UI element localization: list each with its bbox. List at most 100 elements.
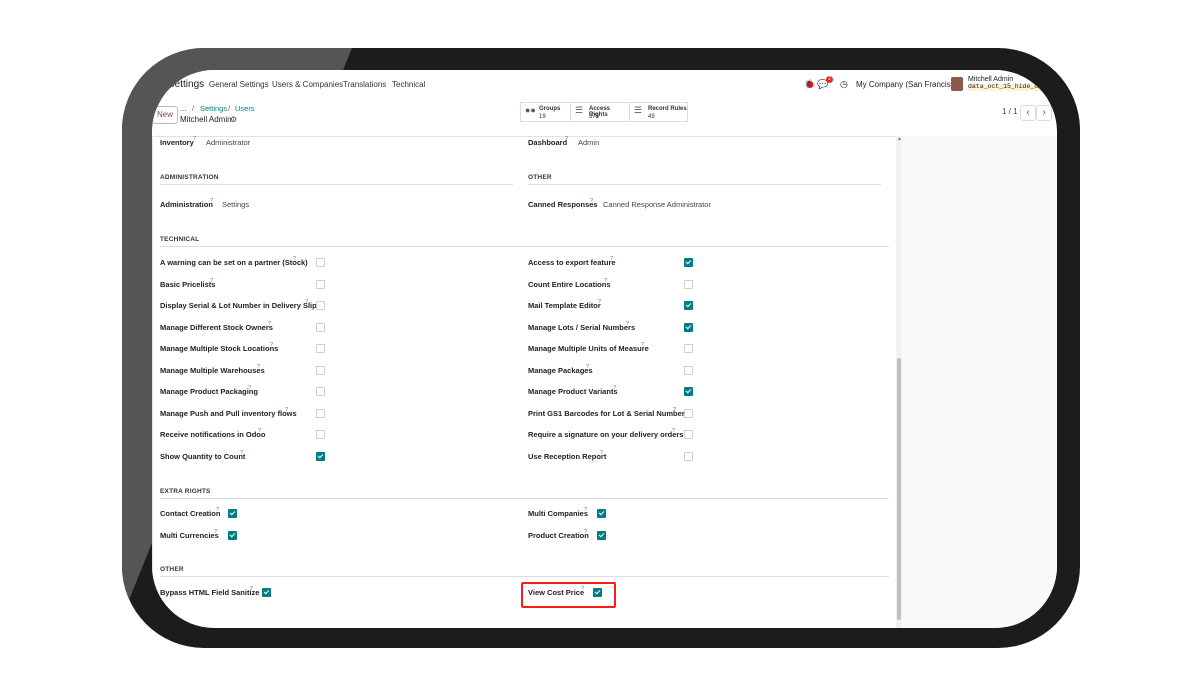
checkbox-count-entire-locations[interactable] xyxy=(684,279,693,289)
avatar[interactable] xyxy=(951,77,963,91)
checkbox-receive-notifications-in-odoo[interactable] xyxy=(316,430,325,439)
breadcrumb-users[interactable]: Users xyxy=(235,105,255,113)
checkbox-manage-multiple-warehouses[interactable] xyxy=(316,365,325,375)
help-icon[interactable]: ? xyxy=(193,136,196,142)
checkbox-access-to-export-feature[interactable] xyxy=(684,258,693,267)
field-label-manage-multiple-units-of-measure: Manage Multiple Units of Measure xyxy=(528,344,649,353)
pager-prev-button[interactable]: ‹ xyxy=(1020,105,1036,121)
help-icon[interactable]: ? xyxy=(565,136,568,142)
field-label-print-gs1-barcodes-for-lot-serial-numbers: Print GS1 Barcodes for Lot & Serial Numb… xyxy=(528,408,689,418)
checkbox-manage-multiple-stock-locations[interactable] xyxy=(316,344,325,353)
help-icon[interactable]: ? xyxy=(293,256,296,262)
checkbox-manage-product-packaging[interactable] xyxy=(316,387,325,396)
help-icon[interactable]: ? xyxy=(586,364,589,370)
checkbox-basic-pricelists[interactable] xyxy=(316,279,325,289)
section-title-extra-rights: EXTRA RIGHTS xyxy=(160,488,211,495)
scroll-up-icon[interactable]: ▲ xyxy=(897,137,902,142)
smart-button-groups[interactable]: ●● Groups 19 xyxy=(520,102,572,122)
help-icon[interactable]: ? xyxy=(600,450,603,456)
field-label-manage-product-variants: Manage Product Variants xyxy=(528,387,618,396)
field-label-manage-lots-serial-numbers: Manage Lots / Serial Numbers xyxy=(528,322,636,332)
list-icon: ☰ xyxy=(634,105,643,115)
help-icon[interactable]: ? xyxy=(673,407,676,413)
control-panel: New ... / Settings / Users Mitchell Admi… xyxy=(152,100,1057,137)
breadcrumb-settings[interactable]: Settings xyxy=(200,105,227,113)
help-icon[interactable]: ? xyxy=(626,321,629,327)
checkbox-bypass-html[interactable] xyxy=(262,588,271,597)
field-value-canned-responses[interactable]: Canned Response Administrator xyxy=(603,201,711,209)
help-icon[interactable]: ? xyxy=(590,198,593,204)
help-icon[interactable]: ? xyxy=(581,586,584,592)
smart-button-record-rules[interactable]: ☰ Record Rules 49 xyxy=(629,102,688,122)
smart-button-access-rights[interactable]: ☰ Access Rights 378 xyxy=(570,102,631,122)
checkbox-a-warning-can-be-set-on-a-partner-stock[interactable] xyxy=(316,258,325,267)
help-icon[interactable]: ? xyxy=(214,529,217,535)
checkbox-display-serial-lot-number-in-delivery-slips[interactable] xyxy=(316,301,325,310)
checkbox-mail-template-editor[interactable] xyxy=(684,301,693,310)
checkbox-view-cost-price[interactable] xyxy=(593,588,602,597)
help-icon[interactable]: ? xyxy=(285,407,288,413)
field-label-receive-notifications-in-odoo: Receive notifications in Odoo xyxy=(160,430,266,439)
checkbox-use-reception-report[interactable] xyxy=(684,451,693,461)
checkbox-manage-packages[interactable] xyxy=(684,365,693,375)
help-icon[interactable]: ? xyxy=(268,321,271,327)
help-icon[interactable]: ? xyxy=(240,450,243,456)
app-name[interactable]: Settings xyxy=(168,79,204,90)
checkbox-manage-different-stock-owners[interactable] xyxy=(316,322,325,332)
help-icon[interactable]: ? xyxy=(210,198,213,204)
pager-next-button[interactable]: › xyxy=(1036,105,1052,121)
help-icon[interactable]: ? xyxy=(250,586,253,592)
section-title-technical: TECHNICAL xyxy=(160,236,200,243)
menu-translations[interactable]: Translations xyxy=(343,80,386,89)
menu-technical[interactable]: Technical xyxy=(392,80,425,89)
field-label-count-entire-locations: Count Entire Locations xyxy=(528,279,611,289)
bug-icon[interactable]: 🐞 xyxy=(804,80,815,89)
field-label-manage-packages: Manage Packages xyxy=(528,365,593,375)
checkbox-product-creation[interactable] xyxy=(597,530,606,540)
checkbox-manage-push-and-pull-inventory-flows[interactable] xyxy=(316,408,325,418)
help-icon[interactable]: ? xyxy=(598,299,601,305)
menu-general-settings[interactable]: General Settings xyxy=(209,80,269,89)
help-icon[interactable]: ? xyxy=(613,385,616,391)
help-icon[interactable]: ? xyxy=(248,385,251,391)
help-icon[interactable]: ? xyxy=(584,507,587,513)
smart-button-count: 378 xyxy=(589,114,600,120)
help-icon[interactable]: ? xyxy=(258,428,261,434)
help-icon[interactable]: ? xyxy=(305,299,308,305)
help-icon[interactable]: ? xyxy=(641,342,644,348)
menu-users-companies[interactable]: Users & Companies xyxy=(272,80,343,89)
checkbox-require-a-signature-on-your-delivery-orders[interactable] xyxy=(684,430,693,439)
checkbox-manage-product-variants[interactable] xyxy=(684,387,693,396)
checkbox-print-gs1-barcodes-for-lot-serial-numbers[interactable] xyxy=(684,408,693,418)
user-name[interactable]: Mitchell Admin xyxy=(968,76,1013,83)
help-icon[interactable]: ? xyxy=(270,342,273,348)
checkbox-contact-creation[interactable] xyxy=(228,509,237,518)
checkbox-manage-lots-serial-numbers[interactable] xyxy=(684,322,693,332)
gear-icon[interactable]: ⚙ xyxy=(230,116,237,124)
field-value-administration[interactable]: Settings xyxy=(222,201,249,209)
help-icon[interactable]: ? xyxy=(210,278,213,284)
help-icon[interactable]: ? xyxy=(584,529,587,535)
section-title-administration: ADMINISTRATION xyxy=(160,174,219,181)
field-label-require-a-signature-on-your-delivery-orders: Require a signature on your delivery ord… xyxy=(528,430,684,439)
help-icon[interactable]: ? xyxy=(672,428,675,434)
checkbox-manage-multiple-units-of-measure[interactable] xyxy=(684,344,693,353)
checkbox-multi-currencies[interactable] xyxy=(228,530,237,540)
scrollbar-thumb[interactable] xyxy=(897,358,901,620)
breadcrumb-ellipsis[interactable]: ... xyxy=(180,105,187,113)
company-switcher[interactable]: My Company (San Francisco) xyxy=(856,81,962,89)
help-icon[interactable]: ? xyxy=(604,278,607,284)
clock-icon[interactable]: ◷ xyxy=(840,80,848,89)
field-value-dashboard[interactable]: Admin xyxy=(578,139,599,147)
help-icon[interactable]: ? xyxy=(610,256,613,262)
help-icon[interactable]: ? xyxy=(257,364,260,370)
new-button[interactable]: New xyxy=(152,106,178,124)
pager-value[interactable]: 1 / 1 xyxy=(1002,108,1018,116)
help-icon[interactable]: ? xyxy=(216,507,219,513)
smart-button-count: 19 xyxy=(539,114,546,120)
chat-badge: 2 xyxy=(826,76,833,83)
device-frame: Settings General Settings Users & Compan… xyxy=(122,48,1080,648)
checkbox-multi-companies[interactable] xyxy=(597,509,606,518)
field-value-inventory[interactable]: Administrator xyxy=(206,139,250,147)
checkbox-show-quantity-to-count[interactable] xyxy=(316,451,325,461)
